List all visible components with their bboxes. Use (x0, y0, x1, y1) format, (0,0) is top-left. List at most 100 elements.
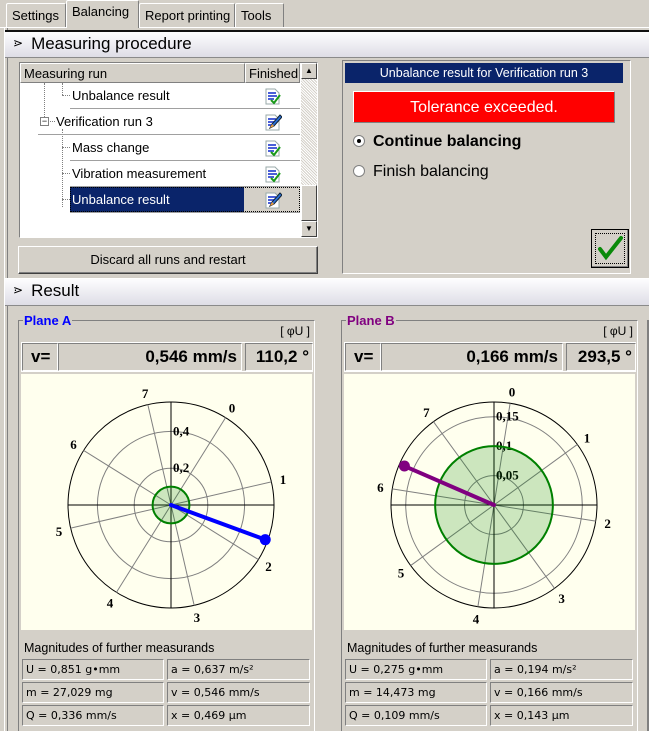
row-label: Unbalance result (72, 192, 170, 207)
position-label: 0 (229, 400, 236, 415)
measurand-v: v = 0,546 mm/s (167, 682, 310, 703)
measuring-run-tree[interactable]: Measuring run Finished Unbalance result … (19, 62, 318, 238)
tree-row[interactable]: Unbalance result (70, 83, 300, 109)
finish-balancing-radio[interactable]: Finish balancing (353, 163, 489, 181)
vector-origin (169, 503, 173, 507)
tree-connector (62, 95, 70, 96)
polar-plot-a: 0 1 2 3 4 5 6 7 0,2 0,4 (21, 374, 312, 630)
polar-chart: 012345670,050,10,15 (377, 384, 611, 627)
measurand-x: x = 0,469 µm (167, 705, 310, 726)
position-label: 3 (194, 610, 201, 625)
radio-label: Continue balancing (373, 133, 522, 150)
angle-value: 293,5 ° (566, 343, 636, 371)
result-header[interactable]: ⋗ Result (5, 278, 649, 306)
tree-row[interactable]: − Verification run 3 (38, 109, 300, 135)
radio-checked-icon[interactable] (353, 135, 365, 147)
position-label: 3 (558, 591, 565, 606)
ok-button[interactable] (591, 229, 629, 268)
tab-balancing[interactable]: Balancing (66, 0, 139, 28)
row-label: Vibration measurement (72, 166, 207, 181)
finished-check-icon (265, 88, 281, 105)
checkmark-icon (598, 236, 623, 261)
position-label: 1 (280, 472, 287, 487)
tree-row[interactable]: Vibration measurement (70, 161, 300, 187)
position-label: 1 (584, 430, 591, 445)
tab-report-printing[interactable]: Report printing (139, 3, 235, 27)
magnitudes-title: Magnitudes of further measurands (24, 641, 215, 655)
collapse-expander-icon[interactable]: − (40, 117, 49, 126)
tab-settings[interactable]: Settings (6, 3, 66, 27)
continue-balancing-radio[interactable]: Continue balancing (353, 133, 521, 151)
position-label: 7 (423, 405, 430, 420)
tab-tools[interactable]: Tools (235, 3, 284, 27)
tree-header: Measuring run Finished (20, 63, 300, 83)
tree-connector (62, 129, 63, 207)
measurand-a: a = 0,194 m/s² (490, 659, 633, 680)
magnitudes-title: Magnitudes of further measurands (347, 641, 538, 655)
tree-connector (62, 173, 70, 174)
ring-label: 0,4 (173, 423, 190, 438)
plane-b-group: Plane B [ φU ] v= 0,166 mm/s 293,5 ° 0 1 2… (341, 313, 638, 731)
position-label: 2 (265, 559, 272, 574)
column-header-measuring-run[interactable]: Measuring run (20, 63, 245, 83)
measurand-Q: Q = 0,336 mm/s (22, 705, 164, 726)
collapse-chevron-icon[interactable]: ⋗ (13, 283, 23, 297)
scroll-up-arrow-icon[interactable]: ▲ (301, 63, 317, 79)
unbalance-result-panel: Unbalance result for Verification run 3 … (342, 60, 631, 274)
unbalance-vector-tip (398, 460, 410, 472)
magnitude-value: 0,166 mm/s (381, 343, 563, 371)
scroll-down-arrow-icon[interactable]: ▼ (301, 221, 317, 237)
measurand-U: U = 0,851 g•mm (22, 659, 164, 680)
measurand-v: v = 0,166 mm/s (490, 682, 633, 703)
position-label: 6 (70, 437, 77, 452)
measurand-m: m = 27,029 mg (22, 682, 164, 703)
position-label: 2 (604, 516, 611, 531)
plane-title: Plane A (23, 313, 73, 328)
tree-connector (62, 147, 70, 148)
position-label: 4 (107, 596, 114, 611)
position-label: 4 (473, 612, 480, 627)
plane-a-group: Plane A [ φU ] v= 0,546 mm/s 110,2 ° 0 1 2… (18, 313, 315, 731)
scroll-thumb[interactable] (301, 185, 317, 221)
measurand-a: a = 0,637 m/s² (167, 659, 310, 680)
polar-plot-b: 012345670,050,10,15 (344, 374, 635, 630)
vertical-scrollbar[interactable]: ▲ ▼ (301, 63, 317, 237)
velocity-readout: v= 0,166 mm/s 293,5 ° (344, 342, 636, 372)
measurand-U: U = 0,275 g•mm (345, 659, 487, 680)
finished-check-icon (265, 140, 281, 157)
measurand-Q: Q = 0,109 mm/s (345, 705, 487, 726)
in-progress-pencil-icon (265, 114, 282, 131)
position-label: 6 (377, 480, 384, 495)
unit-label: [ φU ] (603, 324, 633, 338)
discard-all-runs-button[interactable]: Discard all runs and restart (18, 246, 318, 274)
position-label: 7 (142, 386, 149, 401)
finished-check-icon (265, 166, 281, 183)
row-label: Verification run 3 (56, 114, 153, 129)
v-label: v= (345, 343, 381, 371)
vector-origin (492, 503, 496, 507)
in-progress-pencil-icon (265, 192, 282, 209)
ring-label: 0,2 (173, 460, 189, 475)
plane-title: Plane B (346, 313, 396, 328)
tab-bar: Settings Balancing Report printing Tools (0, 0, 649, 28)
magnitude-value: 0,546 mm/s (58, 343, 242, 371)
polar-chart: 0 1 2 3 4 5 6 7 0,2 0,4 (56, 386, 287, 625)
radio-unchecked-icon[interactable] (353, 165, 365, 177)
unbalance-vector-tip (259, 534, 271, 546)
row-label: Mass change (72, 140, 150, 155)
unit-label: [ φU ] (280, 324, 310, 338)
measuring-procedure-header[interactable]: ⋗ Measuring procedure (5, 30, 649, 58)
angle-value: 110,2 ° (245, 343, 313, 371)
panel-title: Unbalance result for Verification run 3 (345, 63, 623, 83)
collapse-chevron-icon[interactable]: ⋗ (13, 36, 23, 50)
tree-connector (62, 83, 63, 95)
tolerance-status-banner: Tolerance exceeded. (353, 91, 615, 123)
tree-row[interactable]: Mass change (70, 135, 300, 161)
tree-connector (62, 199, 70, 200)
measurand-x: x = 0,143 µm (490, 705, 633, 726)
position-label: 5 (56, 524, 63, 539)
tree-row-selected[interactable]: Unbalance result (70, 187, 300, 213)
position-label: 5 (398, 566, 405, 581)
ring-label: 0,15 (496, 409, 519, 424)
column-header-finished[interactable]: Finished (245, 63, 300, 83)
